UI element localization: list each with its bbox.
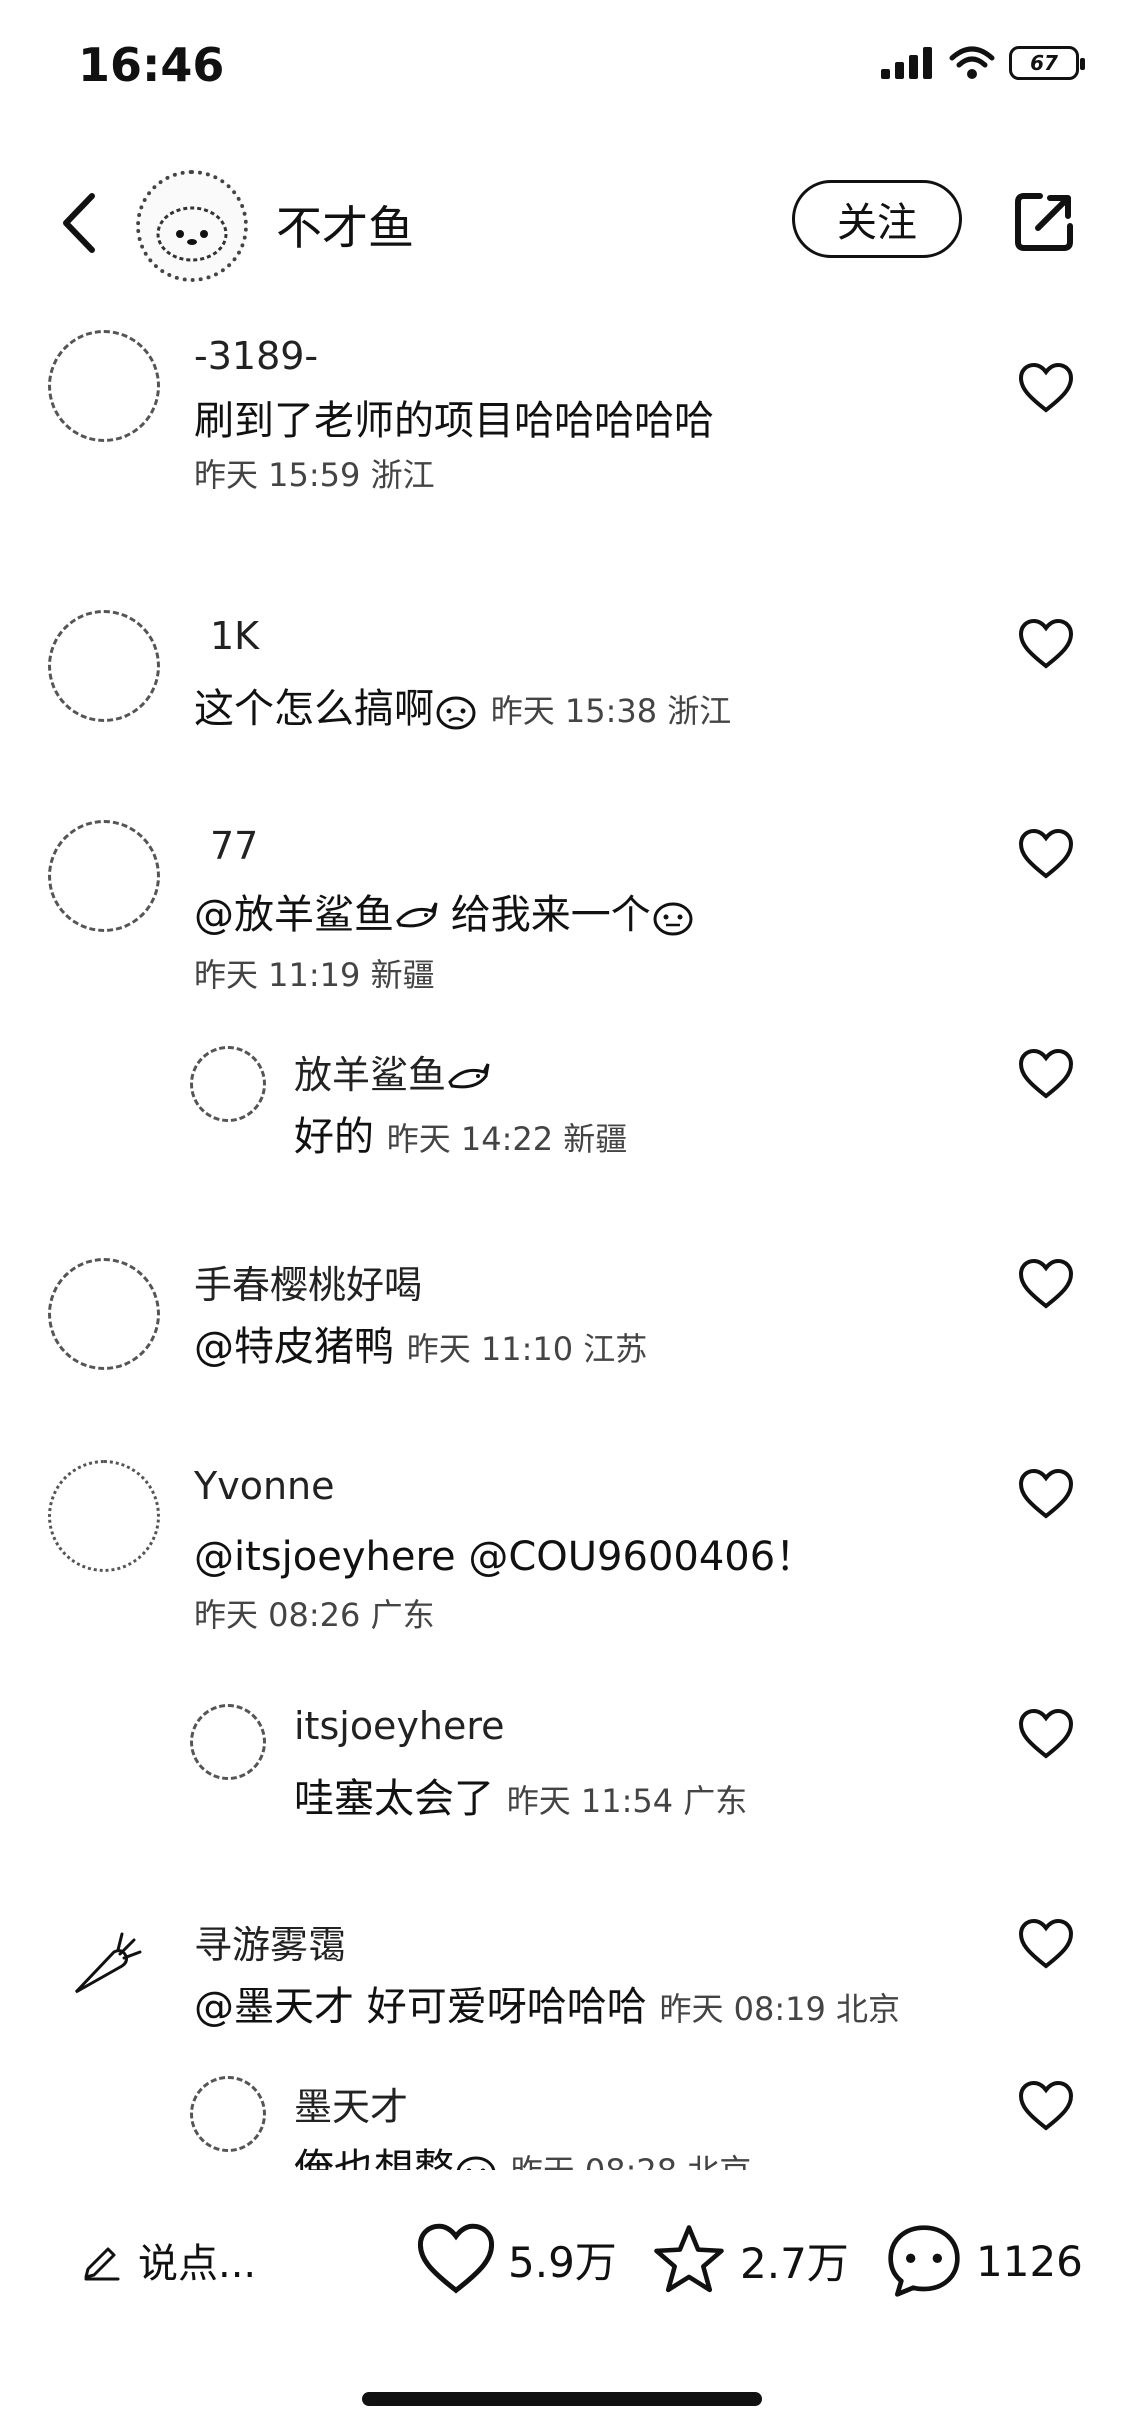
commenter-name[interactable]: 手春樱桃好喝 (194, 1254, 422, 1309)
like-count: 5.9万 (508, 2237, 617, 2287)
comment-text: 刷到了老师的项目哈哈哈哈哈 (194, 398, 714, 444)
commenter-name[interactable]: 寻游雾霭 (194, 1914, 346, 1969)
comment-body: 哇塞太会了 (294, 1776, 494, 1822)
shark-emoji-icon (396, 902, 438, 928)
commenter-avatar[interactable] (48, 610, 160, 722)
face-emoji-icon (653, 902, 693, 936)
commenter-avatar[interactable] (190, 1046, 266, 1122)
shark-emoji-icon (448, 1062, 490, 1088)
commenter-avatar[interactable] (48, 1258, 160, 1370)
author-name[interactable]: 不才鱼 (276, 192, 414, 258)
battery-level: 67 (1030, 51, 1058, 75)
comment-meta: 昨天 08:26 广东 (194, 1596, 435, 1634)
commenter-name[interactable]: 放羊鲨鱼 (294, 1044, 490, 1099)
commenter-name[interactable]: itsjoeyhere (294, 1704, 505, 1748)
heart-icon[interactable] (1018, 2080, 1074, 2132)
commenter-avatar[interactable] (48, 1460, 160, 1572)
comment-meta: 昨天 11:19 新疆 (194, 956, 435, 994)
commenter-name[interactable]: 77 (210, 824, 258, 868)
heart-icon[interactable] (1018, 1468, 1074, 1520)
commenter-avatar[interactable] (190, 2076, 266, 2152)
comment-text: 这个怎么搞啊 昨天 15:38 浙江 (194, 676, 731, 734)
comment-meta: 昨天 11:10 江苏 (406, 1330, 648, 1368)
like-button[interactable]: 5.9万 (416, 2222, 617, 2296)
face-emoji-icon (436, 696, 476, 730)
heart-icon[interactable] (1018, 1048, 1074, 1100)
commenter-name[interactable]: 墨天才 (294, 2076, 408, 2131)
comment-text: @特皮猪鸭 昨天 11:10 江苏 (194, 1314, 647, 1372)
status-time: 16:46 (78, 38, 225, 92)
pencil-icon (84, 2247, 120, 2281)
heart-icon[interactable] (1018, 1258, 1074, 1310)
comment-count: 1126 (976, 2236, 1083, 2286)
share-icon[interactable] (1010, 188, 1078, 256)
comment-meta: 昨天 11:54 广东 (506, 1782, 748, 1820)
back-arrow-icon[interactable] (50, 188, 110, 258)
comment-text: @itsjoeyhere @COU9600406！ (194, 1534, 816, 1580)
comment-input-placeholder: 说点... (138, 2241, 257, 2287)
hello-kitty-avatar-icon (156, 206, 228, 262)
battery-icon: 67 (1009, 46, 1085, 80)
comment-list[interactable]: -3189- 刷到了老师的项目哈哈哈哈哈 昨天 15:59 浙江 1K 这个怎么… (0, 300, 1125, 2170)
comment-input[interactable]: 说点... (80, 2230, 256, 2290)
comment-mention[interactable]: @特皮猪鸭 (194, 1324, 394, 1370)
star-icon (654, 2225, 724, 2293)
comment-text: 哇塞太会了 昨天 11:54 广东 (294, 1766, 747, 1824)
commenter-name[interactable]: -3189- (194, 334, 318, 378)
comment-body: 俺也想整 (294, 2146, 454, 2170)
comment-text: 俺也想整 昨天 08:28 北京 (294, 2136, 751, 2170)
comment-body: 好的 (294, 1114, 374, 1160)
follow-button[interactable]: 关注 (792, 180, 962, 258)
heart-icon (417, 2223, 495, 2294)
comment-meta: 昨天 08:28 北京 (511, 2152, 752, 2170)
status-icons: 67 (881, 46, 1085, 80)
carrot-icon[interactable] (48, 1910, 160, 2022)
heart-icon[interactable] (1018, 1708, 1074, 1760)
comment-text: @放羊鲨鱼 给我来一个 (194, 882, 695, 940)
commenter-avatar[interactable] (48, 820, 160, 932)
signal-icon (881, 47, 932, 79)
comment-button[interactable]: 1126 (884, 2222, 1083, 2300)
heart-icon[interactable] (1018, 618, 1074, 670)
comment-meta: 昨天 15:59 浙江 (194, 456, 435, 494)
commenter-avatar[interactable] (48, 330, 160, 442)
heart-icon[interactable] (1018, 1918, 1074, 1970)
comment-meta: 昨天 15:38 浙江 (490, 692, 732, 730)
reply-author-name[interactable]: 放羊鲨鱼 (294, 1053, 446, 1097)
commenter-name[interactable]: 1K (210, 614, 259, 658)
comment-meta: 昨天 08:19 北京 (659, 1990, 901, 2028)
home-indicator[interactable] (362, 2392, 762, 2406)
bottom-action-bar: 说点... 5.9万 2.7万 1126 (0, 2200, 1125, 2320)
heart-icon[interactable] (1018, 828, 1074, 880)
comment-body: @墨天才 好可爱呀哈哈哈 (194, 1984, 647, 2030)
nav-bar: 不才鱼 关注 (0, 170, 1125, 282)
wifi-icon (949, 46, 995, 79)
heart-icon[interactable] (1018, 362, 1074, 414)
comment-text: @墨天才 好可爱呀哈哈哈 昨天 08:19 北京 (194, 1974, 900, 2032)
commenter-name[interactable]: Yvonne (194, 1464, 335, 1508)
status-bar: 16:46 67 (0, 0, 1125, 140)
comment-mention[interactable]: @放羊鲨鱼 (194, 892, 394, 938)
favorite-button[interactable]: 2.7万 (650, 2222, 849, 2298)
comment-icon (888, 2225, 960, 2297)
comment-text: 好的 昨天 14:22 新疆 (294, 1104, 627, 1162)
commenter-avatar[interactable] (190, 1704, 266, 1780)
comment-body: 给我来一个 (450, 892, 651, 938)
favorite-count: 2.7万 (740, 2238, 849, 2288)
face-emoji-icon (456, 2156, 496, 2170)
comment-meta: 昨天 14:22 新疆 (386, 1120, 628, 1158)
author-avatar[interactable] (136, 170, 248, 282)
comment-body: 这个怎么搞啊 (194, 686, 434, 732)
